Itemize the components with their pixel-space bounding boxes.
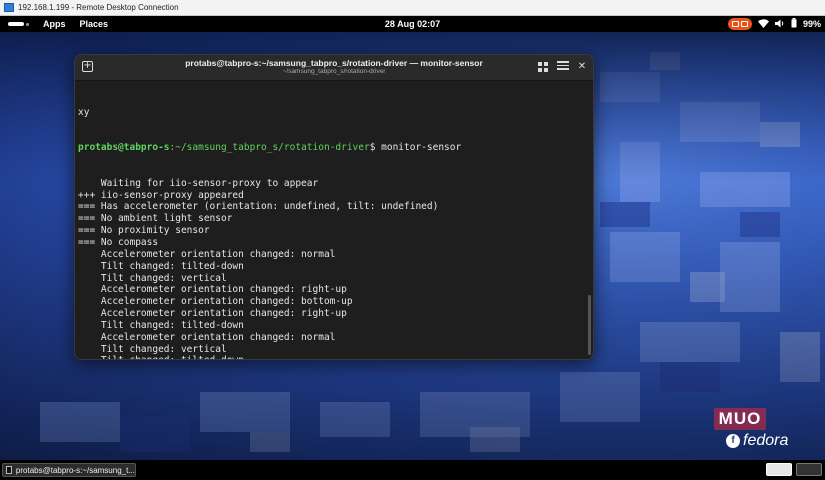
terminal-line: === No ambient light sensor — [78, 213, 233, 225]
rdp-title-bar: 192.168.1.199 - Remote Desktop Connectio… — [0, 0, 825, 16]
volume-icon — [774, 19, 785, 30]
prompt-command: $ monitor-sensor — [369, 142, 462, 154]
terminal-line: Tilt changed: vertical — [78, 343, 227, 355]
terminal-line: Accelerometer orientation changed: botto… — [78, 296, 353, 308]
fedora-logo: f fedora — [726, 432, 788, 450]
close-icon[interactable]: ✕ — [576, 61, 588, 73]
muo-logo: MUO — [714, 408, 766, 430]
wifi-icon — [757, 18, 769, 30]
battery-icon — [791, 18, 797, 30]
prompt-user: protabs@tabpro-s — [78, 142, 170, 154]
terminal-line: Accelerometer orientation changed: right… — [78, 284, 347, 296]
tab-overview-icon[interactable] — [537, 61, 549, 73]
apps-menu[interactable]: Apps — [43, 19, 66, 29]
fedora-wordmark: fedora — [743, 432, 789, 449]
terminal-line: === No compass — [78, 236, 159, 248]
gnome-top-bar: Apps Places 28 Aug 02:07 99% — [0, 16, 825, 32]
taskbar-item-label: protabs@tabpro-s:~/samsung_t... — [15, 465, 135, 475]
terminal-line: Accelerometer orientation changed: right… — [78, 308, 347, 320]
terminal-header-bar[interactable]: + protabs@tabpro-s:~/samsung_tabpro_s/ro… — [75, 55, 593, 81]
terminal-subtitle: ~/samsung_tabpro_s/rotation-driver — [282, 68, 386, 75]
terminal-line: Tilt changed: tilted-down — [78, 319, 244, 331]
taskbar-window-item[interactable]: protabs@tabpro-s:~/samsung_t... — [2, 463, 136, 477]
terminal-line: === Has accelerometer (orientation: unde… — [78, 201, 439, 213]
workspace-indicator-icon — [8, 22, 24, 26]
screen-share-indicator-icon[interactable] — [727, 18, 752, 30]
terminal-line: xy — [78, 106, 90, 118]
terminal-line: Accelerometer orientation changed: norma… — [78, 248, 336, 260]
terminal-line: Accelerometer orientation changed: norma… — [78, 331, 336, 343]
terminal-line: Waiting for iio-sensor-proxy to appear — [78, 177, 319, 189]
places-menu[interactable]: Places — [80, 19, 109, 29]
terminal-line: Tilt changed: tilted-down — [78, 260, 244, 272]
terminal-title: protabs@tabpro-s:~/samsung_tabpro_s/rota… — [185, 58, 483, 68]
fedora-logo-icon: f — [726, 434, 740, 448]
terminal-line: Tilt changed: tilted-down — [78, 355, 585, 359]
workspace-1-thumbnail[interactable] — [766, 463, 792, 476]
rdp-window-title: 192.168.1.199 - Remote Desktop Connectio… — [18, 3, 179, 12]
terminal-line: === No proximity sensor — [78, 225, 210, 237]
remote-desktop-icon — [4, 3, 14, 12]
hamburger-menu-icon[interactable] — [557, 61, 569, 73]
system-tray[interactable]: 99% — [727, 16, 821, 32]
terminal-window[interactable]: + protabs@tabpro-s:~/samsung_tabpro_s/ro… — [74, 54, 594, 360]
terminal-line: +++ iio-sensor-proxy appeared — [78, 189, 244, 201]
watermark: MUO f fedora — [714, 408, 798, 452]
bottom-taskbar: protabs@tabpro-s:~/samsung_t... — [0, 460, 825, 480]
activities-button[interactable] — [8, 22, 29, 26]
battery-percent: 99% — [802, 19, 821, 29]
terminal-line: Tilt changed: vertical — [78, 272, 227, 284]
clock[interactable]: 28 Aug 02:07 — [385, 19, 440, 29]
prompt-path: :~/samsung_tabpro_s/rotation-driver — [169, 142, 370, 154]
terminal-icon — [6, 466, 12, 474]
workspace-2-thumbnail[interactable] — [796, 463, 822, 476]
terminal-prompt-line: protabs@tabpro-s:~/samsung_tabpro_s/rota… — [78, 142, 585, 154]
workspace-dot-icon — [26, 22, 29, 26]
terminal-output[interactable]: xy protabs@tabpro-s:~/samsung_tabpro_s/r… — [78, 83, 585, 359]
terminal-scrollbar[interactable] — [588, 295, 591, 355]
